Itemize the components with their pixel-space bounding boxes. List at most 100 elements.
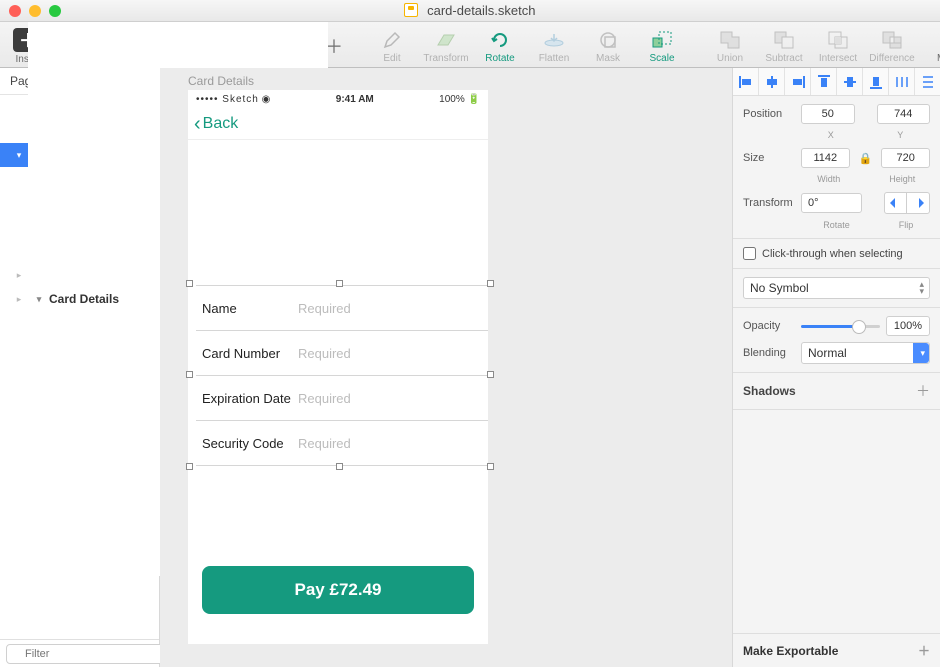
- layer-filter-input[interactable]: [6, 644, 174, 664]
- disclosure-triangle-icon[interactable]: ▸: [14, 270, 24, 281]
- difference-button[interactable]: Difference: [872, 26, 912, 64]
- shadows-section-header[interactable]: Shadows ＋: [733, 373, 940, 410]
- rotate-field[interactable]: 0°: [801, 193, 862, 213]
- status-bar-mock: ••••• Sketch ◉ 9:41 AM 100% 🔋: [188, 90, 488, 108]
- x-field[interactable]: 50: [801, 104, 855, 124]
- back-button-mock: ‹ Back: [194, 114, 238, 134]
- artboard[interactable]: ••••• Sketch ◉ 9:41 AM 100% 🔋 ‹ Back Nam…: [188, 90, 488, 644]
- resize-handle[interactable]: [487, 371, 494, 378]
- field-label: Security Code: [202, 436, 298, 451]
- battery-icon: 🔋: [468, 94, 480, 105]
- click-through-label: Click-through when selecting: [762, 248, 903, 260]
- align-right-button[interactable]: [785, 68, 811, 95]
- checkbox-input[interactable]: [743, 247, 756, 260]
- mask-icon: [595, 29, 621, 51]
- intersect-label: Intersect: [819, 53, 857, 64]
- document-icon: [404, 3, 418, 17]
- blending-select[interactable]: Normal ▾: [801, 342, 930, 364]
- height-field[interactable]: 720: [881, 148, 930, 168]
- make-exportable-section[interactable]: Make Exportable ＋: [733, 633, 940, 667]
- align-toolbar: [733, 68, 940, 96]
- scale-label: Scale: [649, 53, 674, 64]
- flatten-icon: [541, 29, 567, 51]
- opacity-label: Opacity: [743, 320, 795, 332]
- flip-sublabel: Flip: [882, 220, 930, 230]
- transform-label: Transform: [743, 197, 795, 209]
- field-placeholder: Required: [298, 346, 351, 361]
- intersect-icon: [825, 29, 851, 51]
- layer-tree: ▾ Card Details Aa Pay £72.49 ▭ Rectangle…: [0, 95, 159, 639]
- subtract-label: Subtract: [765, 53, 802, 64]
- field-placeholder: Required: [298, 436, 351, 451]
- blending-label: Blending: [743, 347, 795, 359]
- click-through-checkbox[interactable]: Click-through when selecting: [743, 247, 930, 260]
- disclosure-triangle-icon[interactable]: ▸: [14, 294, 24, 305]
- back-label: Back: [203, 115, 239, 133]
- distribute-v-button[interactable]: [915, 68, 940, 95]
- updown-icon: ▴▾: [919, 281, 924, 295]
- flip-vertical-button[interactable]: [907, 193, 929, 213]
- lock-aspect-button[interactable]: 🔒: [856, 152, 876, 165]
- inspector-panel: Position 50 744 X Y Size 1142 🔒 720 Widt…: [732, 68, 940, 667]
- flip-horizontal-button[interactable]: [885, 193, 907, 213]
- mask-label: Mask: [596, 53, 620, 64]
- window-titlebar: card-details.sketch: [0, 0, 940, 22]
- align-left-button[interactable]: [733, 68, 759, 95]
- rotate-label: Rotate: [485, 53, 514, 64]
- edit-label: Edit: [383, 53, 400, 64]
- document-filename: card-details.sketch: [427, 3, 535, 18]
- rotate-button[interactable]: Rotate: [480, 26, 520, 64]
- dropdown-caret-icon: ▾: [920, 348, 925, 359]
- resize-handle[interactable]: [487, 280, 494, 287]
- layer-label: Card Details: [49, 292, 119, 306]
- disclosure-triangle-icon[interactable]: ▾: [14, 150, 24, 161]
- pay-button-mock: Pay £72.49: [202, 566, 474, 614]
- canvas[interactable]: Card Details ••••• Sketch ◉ 9:41 AM 100%…: [160, 68, 732, 667]
- symbol-select[interactable]: No Symbol ▴▾: [743, 277, 930, 299]
- intersect-button[interactable]: Intersect: [818, 26, 858, 64]
- document-title: card-details.sketch: [0, 3, 940, 18]
- union-button[interactable]: Union: [710, 26, 750, 64]
- width-field[interactable]: 1142: [801, 148, 850, 168]
- resize-handle[interactable]: [487, 463, 494, 470]
- status-time: 9:41 AM: [336, 94, 374, 105]
- union-label: Union: [717, 53, 743, 64]
- x-sublabel: X: [801, 130, 861, 140]
- shadows-label: Shadows: [743, 384, 796, 398]
- y-field[interactable]: 744: [877, 104, 931, 124]
- subtract-icon: [771, 29, 797, 51]
- transform-icon: [433, 29, 459, 51]
- align-center-h-button[interactable]: [759, 68, 785, 95]
- opacity-field[interactable]: 100%: [886, 316, 930, 336]
- scale-button[interactable]: Scale: [642, 26, 682, 64]
- align-bottom-button[interactable]: [863, 68, 889, 95]
- carrier-label: ••••• Sketch: [196, 94, 259, 105]
- difference-label: Difference: [869, 53, 914, 64]
- form-row-expiration: Expiration Date Required: [196, 376, 488, 421]
- transform-button[interactable]: Transform: [426, 26, 466, 64]
- make-exportable-label: Make Exportable: [743, 644, 838, 658]
- difference-icon: [879, 29, 905, 51]
- add-export-button[interactable]: ＋: [918, 642, 930, 659]
- field-placeholder: Required: [298, 301, 351, 316]
- chevron-left-icon: ‹: [194, 114, 201, 134]
- flip-buttons: [884, 192, 930, 214]
- geometry-panel: Position 50 744 X Y Size 1142 🔒 720 Widt…: [733, 96, 940, 239]
- align-top-button[interactable]: [811, 68, 837, 95]
- disclosure-triangle-icon[interactable]: ▾: [34, 294, 44, 305]
- mask-button[interactable]: Mask: [588, 26, 628, 64]
- symbol-value: No Symbol: [750, 281, 809, 295]
- edit-button[interactable]: Edit: [372, 26, 412, 64]
- opacity-slider[interactable]: [801, 325, 880, 328]
- subtract-button[interactable]: Subtract: [764, 26, 804, 64]
- artboard-name-label[interactable]: Card Details: [188, 74, 254, 88]
- add-shadow-button[interactable]: ＋: [916, 381, 930, 401]
- align-center-v-button[interactable]: [837, 68, 863, 95]
- flatten-button[interactable]: Flatten: [534, 26, 574, 64]
- field-placeholder: Required: [298, 391, 351, 406]
- width-sublabel: Width: [801, 174, 857, 184]
- flatten-label: Flatten: [539, 53, 570, 64]
- distribute-h-button[interactable]: [889, 68, 915, 95]
- nav-bar-mock: ‹ Back: [188, 108, 488, 140]
- layer-artboard[interactable]: ▾ Card Details: [28, 95, 159, 576]
